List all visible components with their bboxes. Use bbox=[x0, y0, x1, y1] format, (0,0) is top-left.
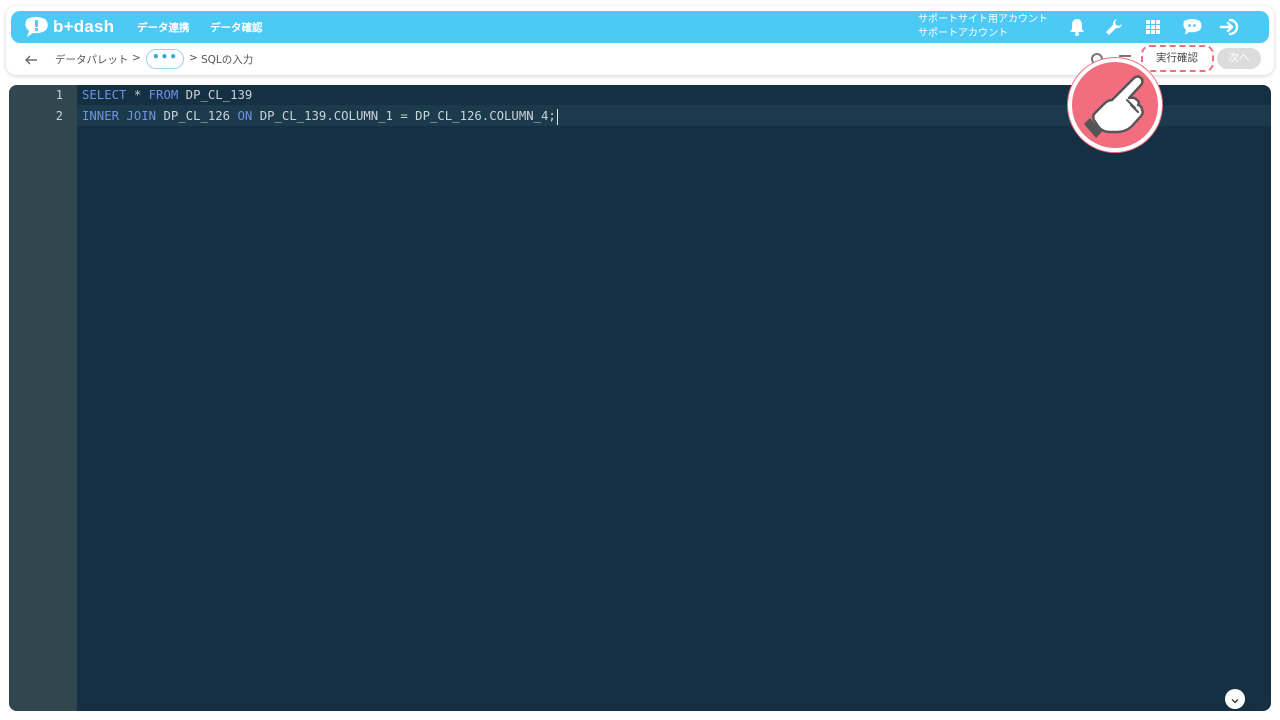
wrench-icon[interactable] bbox=[1103, 16, 1125, 38]
code-line[interactable]: SELECT * FROM DP_CL_139 bbox=[82, 85, 252, 105]
sql-keyword: SELECT bbox=[82, 88, 127, 102]
chat-bot-icon[interactable] bbox=[1181, 16, 1203, 38]
breadcrumb-current: SQLの入力 bbox=[201, 54, 254, 66]
sql-text: DP_CL_139 bbox=[178, 88, 253, 102]
logo-text: b+dash bbox=[53, 17, 115, 36]
sql-keyword: ON bbox=[237, 109, 253, 123]
code-line[interactable]: INNER JOIN DP_CL_126 ON DP_CL_139.COLUMN… bbox=[82, 106, 558, 126]
nav-data-confirm[interactable]: データ確認 bbox=[210, 20, 263, 35]
chevron-down-icon bbox=[1230, 690, 1240, 709]
scroll-down-button[interactable] bbox=[1225, 689, 1245, 709]
line-number: 1 bbox=[55, 88, 63, 102]
text-cursor bbox=[556, 108, 558, 125]
sql-editor[interactable]: 1 2 SELECT * FROM DP_CL_139 INNER JOIN D… bbox=[9, 85, 1271, 711]
top-navigation-bar: b+dash データ連携 データ確認 サポートサイト用アカウント サポートアカウ… bbox=[11, 11, 1269, 43]
nav-data-integration[interactable]: データ連携 bbox=[137, 20, 190, 35]
sql-keyword: INNER JOIN bbox=[82, 109, 157, 123]
breadcrumb-separator: > bbox=[132, 52, 141, 64]
app-logo[interactable]: b+dash bbox=[23, 15, 114, 39]
line-number: 2 bbox=[55, 109, 63, 123]
next-button[interactable]: 次へ bbox=[1217, 48, 1261, 69]
account-info[interactable]: サポートサイト用アカウント サポートアカウント bbox=[918, 13, 1048, 41]
logout-icon[interactable] bbox=[1219, 16, 1241, 38]
breadcrumb-data-palette[interactable]: データパレット bbox=[55, 52, 129, 67]
tap-hand-overlay bbox=[1068, 58, 1162, 152]
sql-keyword: FROM bbox=[148, 88, 179, 102]
breadcrumb-separator: > bbox=[189, 52, 198, 64]
logo-bubble-icon bbox=[23, 16, 50, 38]
sql-text: DP_CL_139.COLUMN_1 = DP_CL_126.COLUMN_4; bbox=[252, 109, 556, 123]
line-number-gutter bbox=[9, 85, 77, 711]
back-arrow-icon[interactable] bbox=[23, 52, 39, 66]
grid-icon[interactable] bbox=[1142, 16, 1164, 38]
account-site-label: サポートサイト用アカウント bbox=[918, 14, 1048, 25]
sql-text: DP_CL_126 bbox=[156, 109, 238, 123]
account-name-label: サポートアカウント bbox=[918, 28, 1008, 39]
breadcrumb-ellipsis-button[interactable]: ••• bbox=[146, 49, 184, 69]
bell-icon[interactable] bbox=[1066, 16, 1088, 38]
sql-text: * bbox=[126, 88, 149, 102]
